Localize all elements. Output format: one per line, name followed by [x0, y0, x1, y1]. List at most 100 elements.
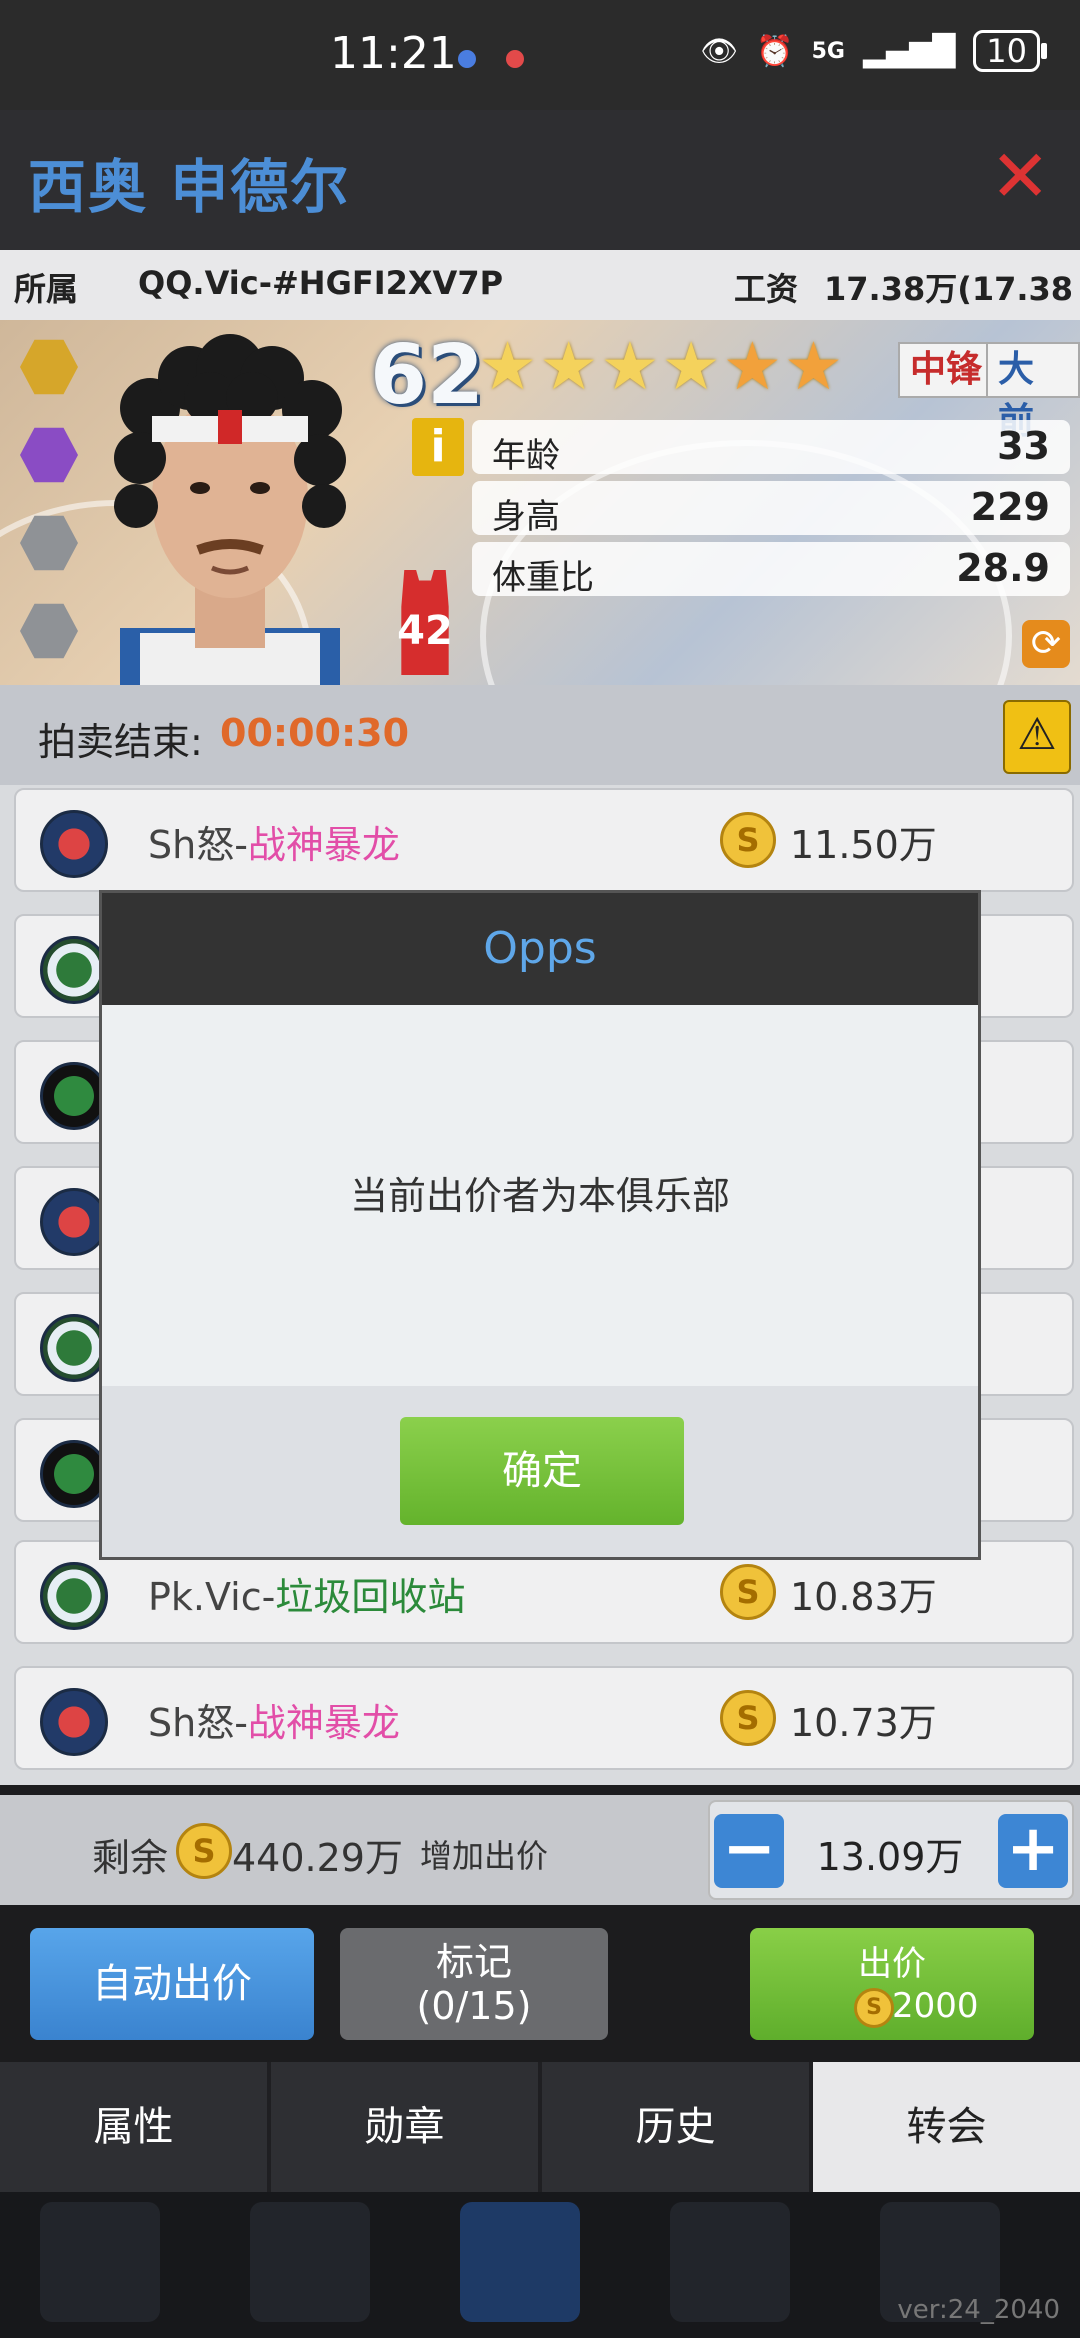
eye-icon: 👁: [700, 33, 739, 69]
star-icon: ★: [539, 328, 599, 405]
bid-club: Pk.Vic-垃圾回收站: [148, 1566, 465, 1621]
coin-icon: S: [720, 1564, 776, 1620]
coin-icon: S: [854, 1988, 894, 2028]
close-icon[interactable]: ✕: [990, 140, 1050, 212]
bid-team-name: 战神暴龙: [247, 823, 400, 867]
star-icon: ★: [478, 328, 538, 405]
bid-club: Sh怒-战神暴龙: [148, 1692, 400, 1747]
star-icon: ★: [783, 328, 844, 405]
info-icon[interactable]: i: [412, 418, 464, 476]
tab-bar: 属性 勋章 历史 转会: [0, 2062, 1080, 2192]
battery-icon: 10: [973, 30, 1047, 72]
balance-label: 剩余: [92, 1836, 169, 1880]
balance-value: 440.29万: [232, 1836, 403, 1880]
warning-icon[interactable]: ⚠: [1003, 700, 1071, 774]
position-badge: 中锋: [898, 342, 995, 398]
bid-team-name: 垃圾回收站: [275, 1575, 466, 1619]
salary-label: 工资: [734, 270, 799, 308]
stat-row-weight: 体重比 28.9: [472, 542, 1070, 598]
bid-row[interactable]: Sh怒-战神暴龙 S 10.73万: [14, 1666, 1074, 1770]
nav-icon[interactable]: [250, 2202, 370, 2322]
bid-cost: 2000: [892, 1986, 979, 2026]
team-logo-icon: [40, 1688, 108, 1756]
player-header: 西奥 申德尔 ✕: [0, 110, 1080, 250]
club-value: QQ.Vic-#HGFI2XV7P: [138, 264, 504, 302]
status-icons: 👁 ⏰ 5G ▂▄▆█ 10: [700, 30, 1047, 72]
bid-club-prefix: Sh怒-: [148, 1701, 248, 1745]
auto-bid-button[interactable]: 自动出价: [30, 1928, 314, 2040]
confirm-button[interactable]: 确定: [400, 1417, 684, 1525]
auction-bar: 拍卖结束: 00:00:30: [0, 685, 1080, 785]
nav-icon[interactable]: [40, 2202, 160, 2322]
auction-end-label: 拍卖结束:: [38, 720, 203, 764]
mark-button[interactable]: 标记 (0/15): [340, 1928, 608, 2040]
coin-icon: S: [720, 812, 776, 868]
plus-button[interactable]: +: [998, 1814, 1068, 1888]
team-logo-icon: [40, 1562, 108, 1630]
star-icon: ★: [600, 328, 660, 405]
minus-button[interactable]: −: [714, 1814, 784, 1888]
signal-icon: ▂▄▆█: [862, 33, 956, 69]
bid-amount: 10.73万: [790, 1701, 937, 1745]
bid-button[interactable]: 出价 S 2000: [750, 1928, 1034, 2040]
team-logo-icon: [40, 1062, 108, 1130]
player-portrait: [114, 334, 346, 685]
stat-row-age: 年龄 33: [472, 420, 1070, 476]
locked-badge-icon[interactable]: [20, 602, 78, 660]
stat-value: 28.9: [956, 546, 1050, 590]
locked-badge-icon[interactable]: [20, 514, 78, 572]
jersey-number: 42: [397, 608, 453, 654]
bid-row[interactable]: Sh怒-战神暴龙 S 11.50万: [14, 788, 1074, 892]
team-logo-icon: [40, 1440, 108, 1508]
stat-value: 33: [997, 424, 1050, 468]
bid-stepper: − 13.09万 +: [708, 1800, 1074, 1900]
auction-timer: 00:00:30: [220, 711, 410, 755]
refresh-icon[interactable]: ⟳: [1022, 620, 1070, 668]
dialog-message: 当前出价者为本俱乐部: [349, 1174, 730, 1218]
tab-history[interactable]: 历史: [542, 2062, 813, 2192]
alert-dialog: Opps 当前出价者为本俱乐部 确定: [102, 893, 978, 1557]
player-rating: 62: [370, 328, 485, 423]
star-icon: ★: [661, 328, 721, 405]
player-info-bar: 所属 QQ.Vic-#HGFI2XV7P 工资 17.38万(17.38万): [0, 250, 1080, 354]
stat-label: 年龄: [492, 436, 560, 476]
team-logo-icon: [40, 810, 108, 878]
bid-label: 出价: [858, 1944, 926, 1984]
bid-amount: 10.83万: [790, 1575, 937, 1619]
team-logo-icon: [40, 936, 108, 1004]
tab-medals[interactable]: 勋章: [271, 2062, 542, 2192]
increase-bid-label: 增加出价: [420, 1837, 549, 1875]
team-logo-icon: [40, 1188, 108, 1256]
star-rating: ★ ★ ★ ★ ★ ★: [478, 334, 843, 400]
coin-icon: S: [176, 1823, 232, 1879]
badge-slot-icon[interactable]: [20, 338, 78, 396]
club-label: 所属: [14, 270, 79, 308]
mark-count: (0/15): [416, 1984, 532, 2028]
badge-slot-icon[interactable]: [20, 426, 78, 484]
notification-icon: [458, 50, 476, 68]
signal-label: 5G: [811, 38, 845, 64]
coin-icon: S: [720, 1690, 776, 1746]
status-bar: 11:21 👁 ⏰ 5G ▂▄▆█ 10: [0, 0, 1080, 110]
position-badge: 大前: [986, 342, 1080, 442]
mark-label: 标记: [435, 1940, 512, 1984]
notification-icon: [506, 50, 524, 68]
player-name: 西奥 申德尔: [28, 153, 351, 221]
team-logo-icon: [40, 1314, 108, 1382]
stat-label: 身高: [492, 497, 560, 537]
stat-label: 体重比: [492, 558, 594, 598]
nav-icon[interactable]: [460, 2202, 580, 2322]
player-card: 62 ★ ★ ★ ★ ★ ★ 中锋 大前 i 年龄 33 身高 229 体重比 …: [0, 320, 1080, 685]
bid-club: Sh怒-战神暴龙: [148, 814, 400, 869]
stat-row-height: 身高 229: [472, 481, 1070, 537]
dialog-title: Opps: [102, 893, 978, 1005]
stat-value: 229: [970, 485, 1050, 529]
bid-club-prefix: Pk.Vic-: [148, 1575, 276, 1619]
tab-transfer[interactable]: 转会: [813, 2062, 1080, 2192]
version-label: ver:24_2040: [897, 2295, 1060, 2325]
status-time: 11:21: [330, 28, 457, 79]
nav-icon[interactable]: [670, 2202, 790, 2322]
alarm-icon: ⏰: [756, 33, 794, 69]
bid-amount: 11.50万: [790, 823, 937, 867]
tab-attributes[interactable]: 属性: [0, 2062, 271, 2192]
